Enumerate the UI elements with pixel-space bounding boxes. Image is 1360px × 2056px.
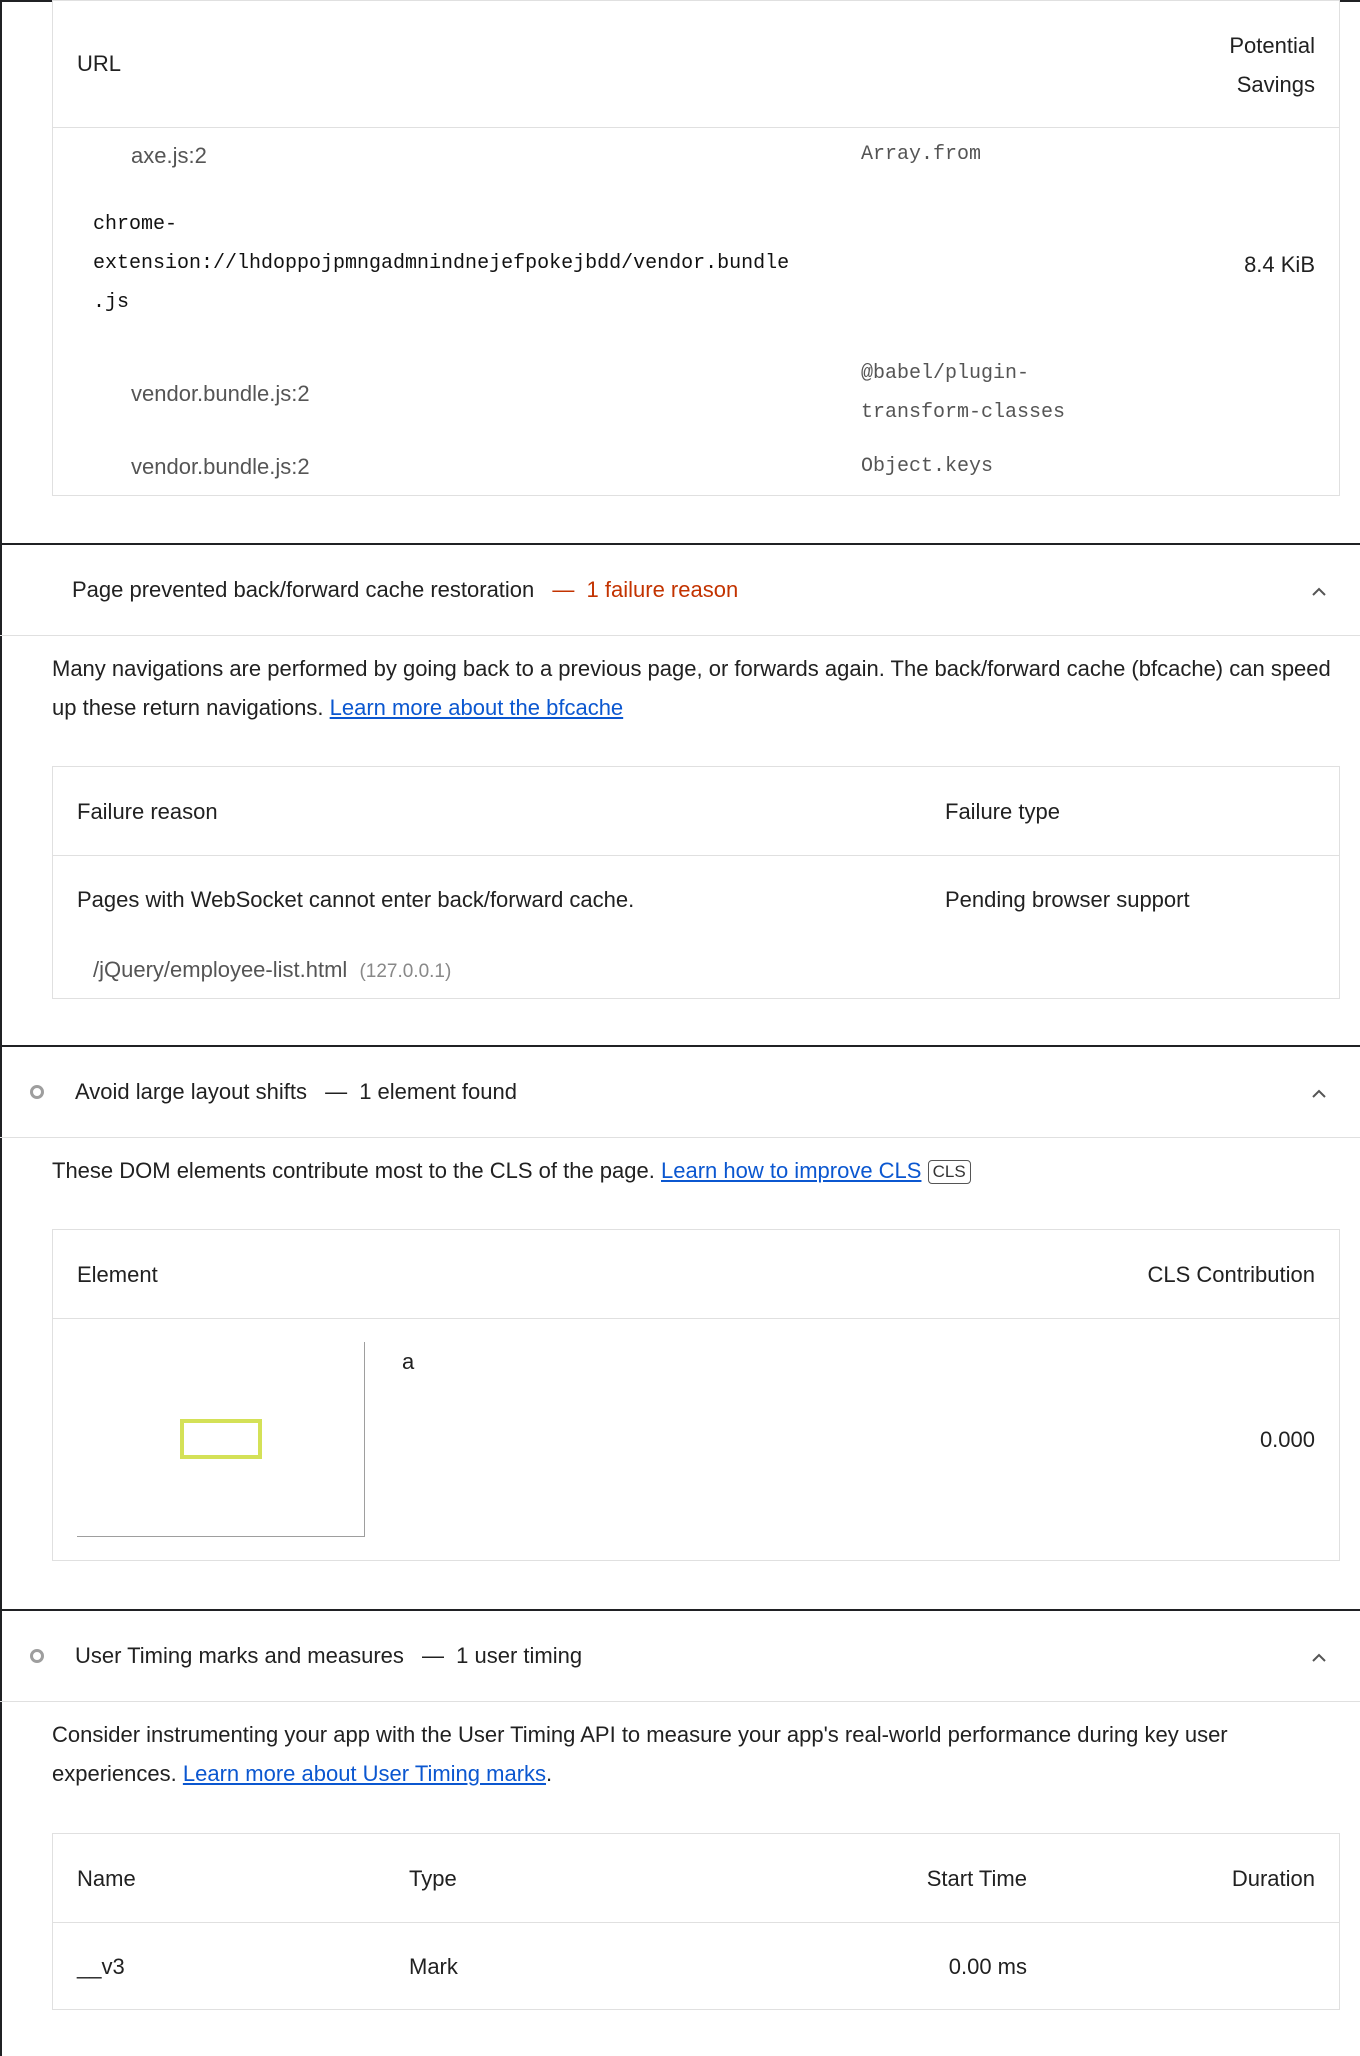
chevron-up-icon[interactable] <box>1306 1081 1332 1107</box>
source-code-ref: Array.from <box>861 143 982 166</box>
chevron-up-icon[interactable] <box>1306 1645 1332 1671</box>
potential-savings: 8.4 KiB <box>1244 252 1315 277</box>
informative-circle-icon <box>30 1085 44 1099</box>
layout-shift-table: Element CLS Contribution a 0.000 <box>52 1229 1340 1561</box>
failure-reason: Pages with WebSocket cannot enter back/f… <box>77 887 635 912</box>
col-header-url: URL <box>77 51 122 76</box>
col-header-cls-contribution: CLS Contribution <box>1147 1262 1315 1287</box>
cls-badge: CLS <box>927 1160 971 1184</box>
element-highlight-box <box>180 1419 262 1459</box>
col-header-failure-type: Failure type <box>945 799 1060 824</box>
timing-type: Mark <box>409 1954 458 1979</box>
user-timing-audit-header[interactable]: User Timing marks and measures — 1 user … <box>0 1611 1360 1702</box>
frame-top-left <box>0 0 52 2</box>
cls-contribution-value: 0.000 <box>1259 1427 1315 1452</box>
bfcache-audit-header[interactable]: Page prevented back/forward cache restor… <box>0 545 1360 636</box>
element-screenshot-thumbnail[interactable] <box>77 1342 365 1537</box>
table-header: URL Potential Savings <box>53 1 1339 128</box>
audit-title: Avoid large layout shifts — 1 element fo… <box>75 1079 517 1104</box>
audit-display-value: 1 element found <box>359 1079 517 1104</box>
failure-type: Pending browser support <box>945 887 1190 912</box>
table-header: Name Type Start Time Duration <box>53 1834 1339 1923</box>
source-code-ref: @babel/plugin- transform-classes <box>861 362 1066 424</box>
audit-description: Consider instrumenting your app with the… <box>52 1722 1228 1786</box>
timing-name: __v3 <box>77 1954 125 1979</box>
audit-display-value: 1 failure reason <box>586 577 739 602</box>
learn-improve-cls-link[interactable]: Learn how to improve CLS <box>661 1158 921 1183</box>
table-header: Failure reason Failure type <box>53 767 1339 856</box>
col-header-savings: Potential Savings <box>1229 33 1315 97</box>
source-code-ref: Object.keys <box>861 455 994 478</box>
informative-circle-icon <box>30 1649 44 1663</box>
unused-javascript-table: URL Potential Savings axe.js:2 Array.fro… <box>52 0 1340 496</box>
audit-title: Page prevented back/forward cache restor… <box>72 577 739 602</box>
timing-start-time: 0.00 ms <box>948 1954 1027 1979</box>
audit-display-value: 1 user timing <box>456 1643 583 1668</box>
source-location: axe.js:2 <box>131 143 207 168</box>
frame-url: /jQuery/employee-list.html (127.0.0.1) <box>93 957 452 982</box>
audit-description: These DOM elements contribute most to th… <box>52 1151 1342 1190</box>
audit-description: Many navigations are performed by going … <box>52 656 1331 720</box>
col-header-name: Name <box>77 1866 136 1891</box>
source-location: vendor.bundle.js:2 <box>131 454 310 479</box>
col-header-duration: Duration <box>1231 1866 1315 1891</box>
col-header-type: Type <box>409 1866 457 1891</box>
learn-more-bfcache-link[interactable]: Learn more about the bfcache <box>330 695 624 720</box>
user-timing-table: Name Type Start Time Duration __v3 Mark … <box>52 1833 1340 2010</box>
learn-more-user-timing-link[interactable]: Learn more about User Timing marks <box>183 1761 546 1786</box>
col-header-failure-reason: Failure reason <box>77 799 218 824</box>
source-location: vendor.bundle.js:2 <box>131 381 310 406</box>
script-url[interactable]: chrome- extension://lhdoppojpmngadmnindn… <box>93 205 789 322</box>
chevron-up-icon[interactable] <box>1306 579 1332 605</box>
layout-shift-audit-header[interactable]: Avoid large layout shifts — 1 element fo… <box>0 1047 1360 1138</box>
element-label: a <box>402 1349 415 1374</box>
col-header-element: Element <box>77 1262 158 1287</box>
audit-title: User Timing marks and measures — 1 user … <box>75 1643 583 1668</box>
bfcache-failure-table: Failure reason Failure type Pages with W… <box>52 766 1340 999</box>
table-header: Element CLS Contribution <box>53 1230 1339 1319</box>
col-header-start-time: Start Time <box>926 1866 1027 1891</box>
frame-top-right <box>1340 0 1360 2</box>
